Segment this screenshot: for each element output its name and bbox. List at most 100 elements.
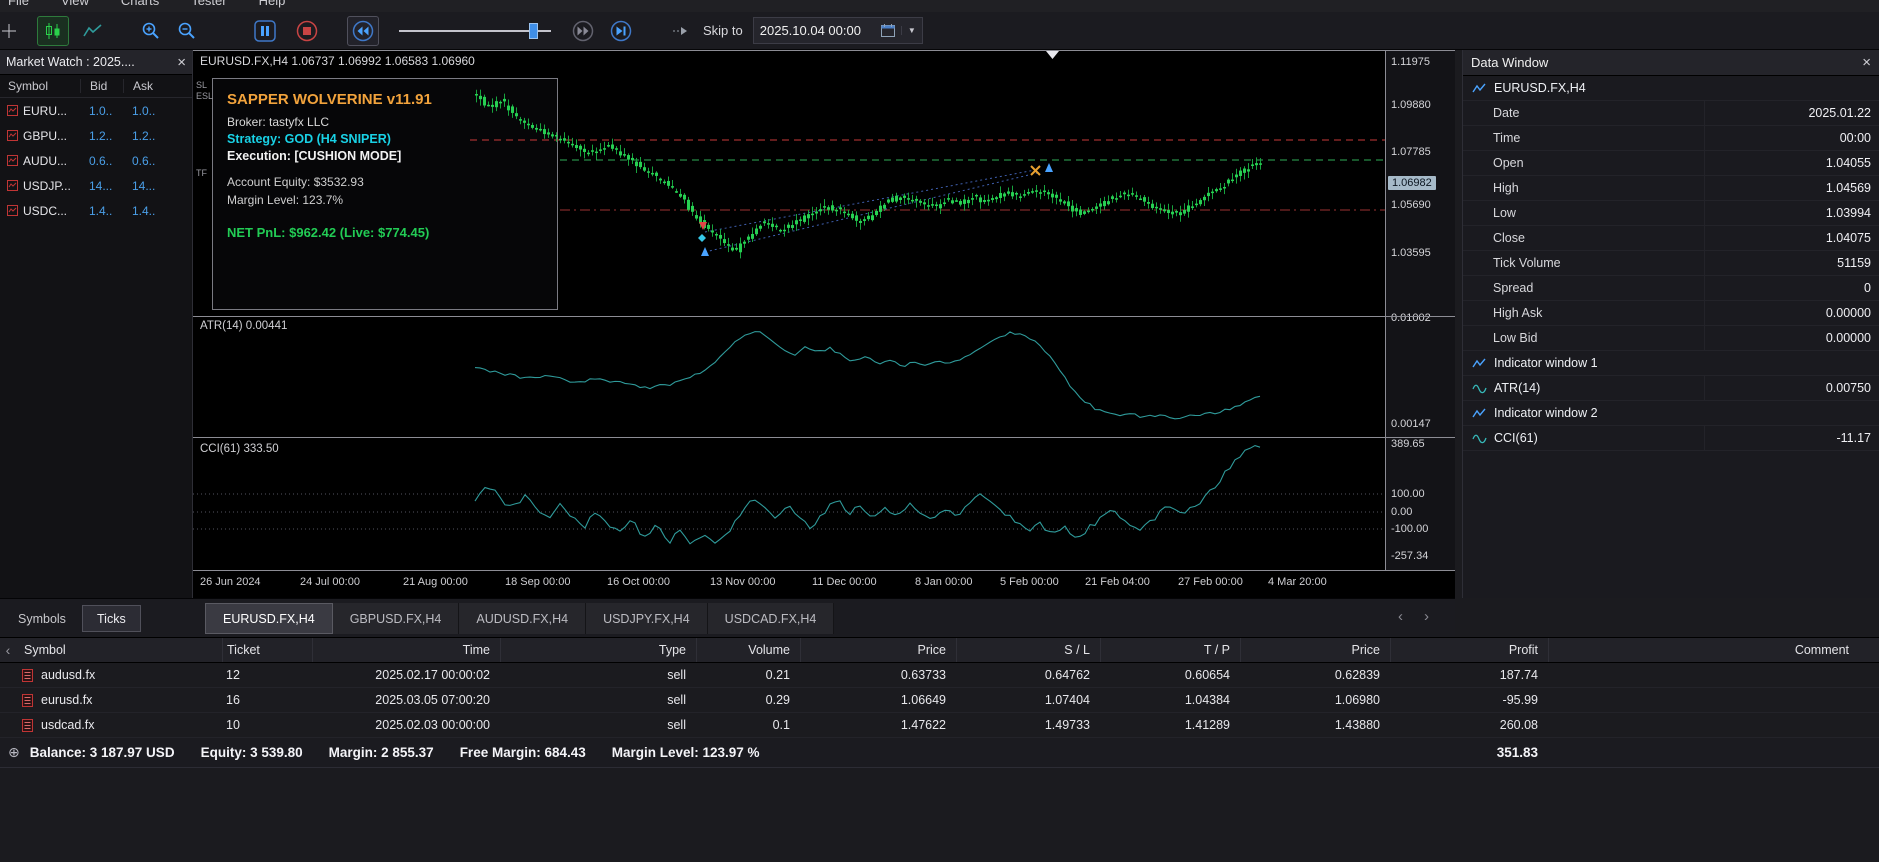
column-bid[interactable]: Bid	[80, 79, 123, 93]
chart-ohlc-readout: EURUSD.FX,H4 1.06737 1.06992 1.06583 1.0…	[200, 54, 475, 68]
column-type[interactable]: Type	[500, 638, 696, 662]
column-tp[interactable]: T / P	[1100, 638, 1240, 662]
column-comment[interactable]: Comment	[1548, 638, 1879, 662]
rewind-icon	[352, 20, 374, 41]
atr-indicator-label: ATR(14) 0.00441	[200, 320, 288, 332]
zoom-out-button[interactable]	[171, 16, 203, 46]
market-watch-row[interactable]: USDJP... 14... 14...	[0, 173, 192, 198]
chart-margin-label: SL	[196, 80, 208, 90]
speed-slider[interactable]	[399, 21, 551, 41]
symbol-icon	[7, 205, 18, 216]
trade-row[interactable]: audusd.fx 12 2025.02.17 00:00:02 sell 0.…	[0, 663, 1879, 688]
line-chart-icon	[1470, 83, 1488, 94]
line-chart-icon	[1470, 358, 1488, 369]
chart-tab-eurusd[interactable]: EURUSD.FX,H4	[205, 603, 333, 634]
column-ask[interactable]: Ask	[123, 79, 166, 93]
chart-area[interactable]: SAPPER WOLVERINE v11.91 Broker: tastyfx …	[193, 50, 1455, 598]
market-watch-panel: Market Watch : 2025.... × Symbol Bid Ask…	[0, 50, 193, 598]
time-axis-label: 18 Sep 00:00	[505, 576, 571, 588]
close-icon[interactable]: ×	[1862, 55, 1871, 70]
time-axis-label: 24 Jul 00:00	[300, 576, 360, 588]
rewind-button[interactable]	[347, 15, 379, 46]
market-watch-header: Symbol Bid Ask	[0, 75, 192, 98]
time-axis-label: 16 Oct 00:00	[607, 576, 670, 588]
time-axis-label: 4 Mar 20:00	[1268, 576, 1327, 588]
tabs-scroll-left-icon[interactable]: ‹	[1398, 608, 1403, 625]
menu-item-view[interactable]: View	[61, 0, 89, 12]
trade-order-icon	[22, 718, 33, 732]
column-sl[interactable]: S / L	[956, 638, 1100, 662]
menu-bar: File View Charts Tester Help	[0, 0, 1879, 12]
column-time[interactable]: Time	[312, 638, 500, 662]
balance-value: Balance: 3 187.97 USD	[29, 745, 175, 760]
tab-symbols[interactable]: Symbols	[4, 605, 80, 632]
margin-value: Margin: 2 855.37	[328, 745, 434, 760]
dropdown-arrow-icon[interactable]: ▼	[900, 26, 916, 35]
time-axis-label: 8 Jan 00:00	[915, 576, 973, 588]
market-watch-row[interactable]: USDC... 1.4.. 1.4..	[0, 198, 192, 223]
zoom-in-button[interactable]	[135, 16, 167, 46]
zoom-in-icon	[142, 22, 159, 39]
data-window-row: Date 2025.01.22	[1463, 101, 1879, 126]
account-status-bar: ⊕ Balance: 3 187.97 USD Equity: 3 539.80…	[0, 738, 1879, 768]
close-icon[interactable]: ×	[177, 55, 186, 70]
market-watch-title: Market Watch : 2025....	[6, 55, 135, 69]
market-watch-row[interactable]: GBPU... 1.2.. 1.2..	[0, 123, 192, 148]
indicator-icon	[1470, 433, 1488, 444]
chart-tab-usdjpy[interactable]: USDJPY.FX,H4	[586, 603, 708, 634]
menu-item-file[interactable]: File	[8, 0, 29, 12]
data-window-panel: Data Window × EURUSD.FX,H4 Date 2025.01.2…	[1462, 50, 1879, 598]
column-symbol[interactable]: Symbol	[16, 638, 222, 662]
data-window-indicator-row: CCI(61) -11.17	[1463, 426, 1879, 451]
crosshair-tool-button[interactable]	[0, 16, 25, 46]
candlestick-chart-canvas[interactable]	[193, 50, 1385, 570]
column-symbol[interactable]: Symbol	[0, 79, 80, 93]
data-window-row: Close 1.04075	[1463, 226, 1879, 251]
skip-to-end-button[interactable]	[605, 16, 637, 46]
line-chart-button[interactable]	[77, 16, 109, 46]
equity-value: Equity: 3 539.80	[200, 745, 303, 760]
column-volume[interactable]: Volume	[696, 638, 800, 662]
symbol-icon	[7, 105, 18, 116]
candlestick-chart-button[interactable]	[37, 15, 69, 46]
trade-row[interactable]: eurusd.fx 16 2025.03.05 07:00:20 sell 0.…	[0, 688, 1879, 713]
data-window-row: High 1.04569	[1463, 176, 1879, 201]
data-window-title: Data Window	[1471, 55, 1549, 70]
column-profit[interactable]: Profit	[1390, 638, 1548, 662]
zoom-out-icon	[178, 22, 195, 39]
skip-to-date-button[interactable]	[665, 16, 697, 46]
market-watch-row[interactable]: EURU... 1.0.. 1.0..	[0, 98, 192, 123]
time-axis-label: 21 Feb 04:00	[1085, 576, 1150, 588]
tabs-scroll-right-icon[interactable]: ›	[1424, 608, 1429, 625]
data-window-titlebar: Data Window ×	[1463, 50, 1879, 76]
candlestick-icon	[46, 22, 60, 39]
toolbar: Skip to 2025.10.04 00:00 ▼	[0, 12, 1879, 50]
tab-ticks[interactable]: Ticks	[82, 605, 141, 632]
fast-forward-icon	[572, 20, 594, 41]
fast-forward-button[interactable]	[567, 16, 599, 46]
market-watch-row[interactable]: AUDU... 0.6.. 0.6..	[0, 148, 192, 173]
chart-tab-gbpusd[interactable]: GBPUSD.FX,H4	[332, 603, 460, 634]
time-axis-label: 11 Dec 00:00	[812, 576, 877, 588]
chart-margin-label: TF	[196, 168, 207, 178]
symbol-icon	[7, 180, 18, 191]
scroll-left-icon[interactable]: ‹	[0, 642, 16, 658]
chart-tab-usdcad[interactable]: USDCAD.FX,H4	[707, 603, 835, 634]
slider-thumb[interactable]	[529, 22, 538, 39]
menu-item-help[interactable]: Help	[259, 0, 286, 12]
column-price[interactable]: Price	[800, 638, 956, 662]
time-axis-label: 27 Feb 00:00	[1178, 576, 1243, 588]
price-scale[interactable]: 1.11975 1.09880 1.07785 1.05690 1.03595 …	[1386, 50, 1455, 570]
column-price-close[interactable]: Price	[1240, 638, 1390, 662]
column-ticket[interactable]: Ticket	[222, 638, 312, 662]
chart-tab-audusd[interactable]: AUDUSD.FX,H4	[459, 603, 587, 634]
data-window-row: Tick Volume 51159	[1463, 251, 1879, 276]
skip-to-date-field[interactable]: 2025.10.04 00:00 ▼	[752, 17, 923, 44]
trade-row[interactable]: usdcad.fx 10 2025.02.03 00:00:00 sell 0.…	[0, 713, 1879, 738]
symbol-icon	[7, 130, 18, 141]
menu-item-charts[interactable]: Charts	[121, 0, 159, 12]
skip-to-icon	[673, 26, 687, 35]
menu-item-tester[interactable]: Tester	[191, 0, 226, 12]
stop-button[interactable]	[291, 16, 323, 46]
pause-button[interactable]	[249, 16, 281, 46]
